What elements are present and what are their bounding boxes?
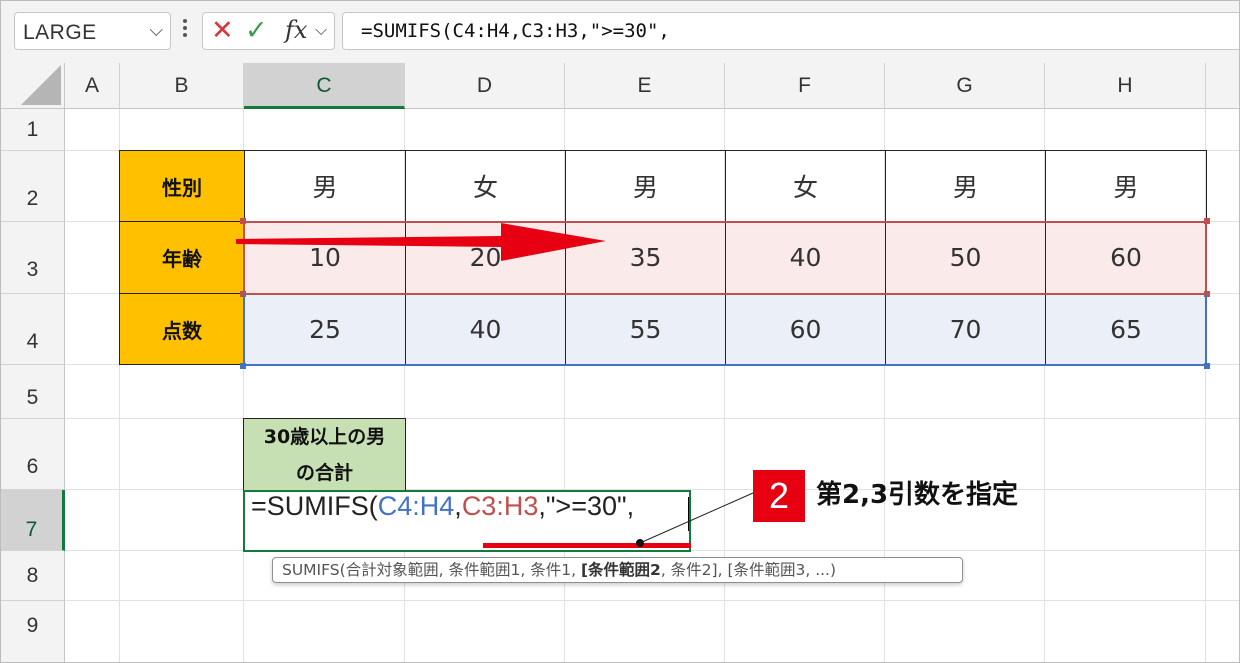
- insert-function-icon[interactable]: fx: [285, 16, 307, 44]
- row-header-9[interactable]: 9: [1, 601, 65, 662]
- formula-rest: ,">=30",: [538, 491, 635, 521]
- summary-label[interactable]: 30歳以上の男 の合計: [243, 418, 406, 492]
- gender-cell[interactable]: 男: [565, 150, 726, 222]
- column-header-g[interactable]: G: [885, 63, 1045, 109]
- row-header-8[interactable]: 8: [1, 551, 65, 601]
- formula-arg-sum-range: C4:H4: [377, 491, 455, 521]
- row-header-7[interactable]: 7: [1, 490, 65, 551]
- gender-cell[interactable]: 女: [405, 150, 566, 222]
- gender-cell[interactable]: 男: [244, 150, 406, 222]
- tooltip-before: SUMIFS(合計対象範囲, 条件範囲1, 条件1,: [282, 561, 581, 579]
- formula-text: =SUMIFS(C4:H4,C3:H3,">=30",: [361, 20, 670, 42]
- row-header-3[interactable]: 3: [1, 222, 65, 294]
- step-badge: 2: [753, 470, 805, 522]
- chevron-down-icon[interactable]: ⌵: [315, 20, 327, 40]
- summary-label-line2: の合計: [295, 462, 353, 484]
- more-options-icon[interactable]: [181, 16, 189, 46]
- summary-label-line1: 30歳以上の男: [263, 426, 386, 448]
- label-gender[interactable]: 性別: [119, 150, 245, 222]
- row-header-6[interactable]: 6: [1, 419, 65, 490]
- select-all-corner[interactable]: [1, 63, 65, 109]
- column-header-e[interactable]: E: [565, 63, 725, 109]
- tooltip-after: , 条件2], [条件範囲3, ...): [660, 561, 837, 579]
- gridline: [65, 600, 1239, 601]
- column-header-b[interactable]: B: [120, 63, 244, 109]
- range-handle[interactable]: [240, 363, 246, 369]
- range-handle[interactable]: [1204, 218, 1210, 224]
- cancel-icon[interactable]: ✕: [211, 15, 234, 46]
- column-header-h[interactable]: H: [1045, 63, 1206, 109]
- formula-arg-criteria-range: C3:H3: [461, 491, 539, 521]
- row-header-5[interactable]: 5: [1, 365, 65, 419]
- column-header-f[interactable]: F: [725, 63, 885, 109]
- formula-actions: ✕ ✓ fx ⌵: [202, 12, 335, 50]
- range-highlight-c4-h4: [243, 294, 1207, 366]
- name-box-value: LARGE: [23, 21, 97, 44]
- gender-cell[interactable]: 男: [1045, 150, 1207, 222]
- name-box[interactable]: LARGE ⌵: [14, 12, 171, 50]
- arrow-icon: [236, 223, 606, 261]
- label-score[interactable]: 点数: [119, 293, 245, 365]
- range-handle[interactable]: [1204, 363, 1210, 369]
- formula-bar: LARGE ⌵ ✕ ✓ fx ⌵ =SUMIFS(C4:H4,C3:H3,">=…: [1, 1, 1239, 63]
- gender-cell[interactable]: 女: [725, 150, 886, 222]
- cell-formula[interactable]: =SUMIFS(C4:H4,C3:H3,">=30",: [251, 491, 634, 522]
- label-age[interactable]: 年齢: [119, 221, 245, 294]
- formula-separator: ,: [454, 491, 462, 521]
- spreadsheet-window: LARGE ⌵ ✕ ✓ fx ⌵ =SUMIFS(C4:H4,C3:H3,">=…: [0, 0, 1240, 663]
- function-tooltip[interactable]: SUMIFS(合計対象範囲, 条件範囲1, 条件1, [条件範囲2, 条件2],…: [272, 557, 963, 583]
- gender-cell[interactable]: 男: [885, 150, 1046, 222]
- column-header-d[interactable]: D: [405, 63, 565, 109]
- column-header-c[interactable]: C: [244, 63, 405, 109]
- callout-line: [639, 492, 754, 544]
- formula-input[interactable]: =SUMIFS(C4:H4,C3:H3,">=30",: [342, 12, 1239, 50]
- column-header-i[interactable]: [1206, 63, 1239, 109]
- enter-icon[interactable]: ✓: [245, 15, 268, 46]
- row-header-1[interactable]: 1: [1, 109, 65, 151]
- formula-prefix: =SUMIFS(: [251, 491, 378, 521]
- gridline: [65, 418, 1239, 419]
- column-header-a[interactable]: A: [65, 63, 120, 109]
- row-header-4[interactable]: 4: [1, 294, 65, 365]
- row-header-2[interactable]: 2: [1, 151, 65, 222]
- annotation-text: 第2,3引数を指定: [816, 480, 1019, 510]
- tooltip-current-arg: [条件範囲2: [580, 561, 661, 579]
- chevron-down-icon[interactable]: ⌵: [149, 20, 163, 41]
